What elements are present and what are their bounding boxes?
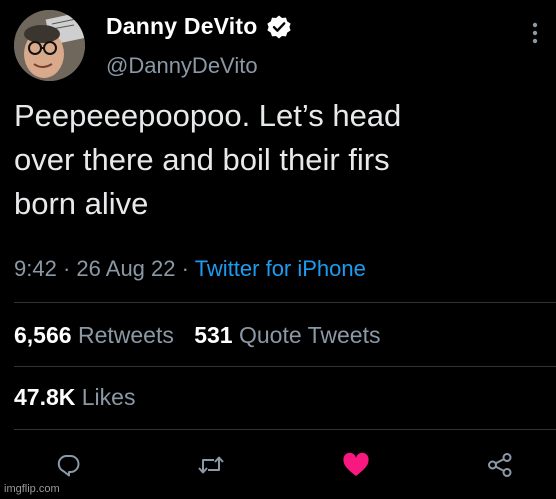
like-icon (343, 452, 369, 476)
tweet-time[interactable]: 9:42 (14, 256, 57, 281)
divider (14, 366, 556, 367)
divider (14, 429, 556, 430)
retweets-stat[interactable]: 6,566 Retweets (14, 322, 180, 348)
tweet-source-link[interactable]: Twitter for iPhone (195, 256, 366, 281)
reply-button[interactable] (53, 450, 83, 480)
quote-tweets-count: 531 (194, 322, 233, 348)
like-button[interactable] (341, 450, 371, 480)
likes-count: 47.8K (14, 384, 76, 410)
reply-icon (57, 455, 80, 477)
tweet-text-line: Peepeeepoopoo. Let’s head (14, 98, 402, 133)
share-icon (488, 453, 512, 477)
tweet-text-line: over there and boil their firs (14, 142, 390, 177)
engagement-stats: 6,566 Retweets 531 Quote Tweets (14, 322, 394, 349)
tweet-date[interactable]: 26 Aug 22 (76, 256, 175, 281)
author-display-name[interactable]: Danny DeVito (106, 13, 258, 40)
tweet-detail: Danny DeVito @DannyDeVito Peepeeepoopoo.… (0, 0, 556, 499)
retweets-count: 6,566 (14, 322, 72, 348)
action-bar (0, 450, 556, 480)
divider (14, 302, 556, 303)
retweet-icon (198, 456, 224, 474)
share-button[interactable] (485, 450, 515, 480)
retweets-label: Retweets (77, 322, 174, 348)
author-name-row: Danny DeVito (106, 13, 292, 40)
meta-separator: · (62, 256, 71, 281)
retweet-button[interactable] (196, 450, 226, 480)
meta-separator: · (181, 256, 189, 281)
tweet-text: Peepeeepoopoo. Let’s head over there and… (14, 94, 544, 226)
author-handle[interactable]: @DannyDeVito (106, 53, 258, 79)
avatar[interactable] (14, 10, 85, 81)
imgflip-watermark: imgflip.com (4, 483, 60, 495)
more-options-icon[interactable] (532, 22, 538, 44)
likes-stat[interactable]: 47.8K Likes (14, 384, 135, 411)
likes-label: Likes (81, 384, 136, 410)
verified-badge-icon (266, 14, 292, 40)
quote-tweets-label: Quote Tweets (238, 322, 381, 348)
quote-tweets-stat[interactable]: 531 Quote Tweets (194, 322, 380, 348)
tweet-meta: 9:42 · 26 Aug 22 · Twitter for iPhone (14, 256, 366, 282)
tweet-text-line: born alive (14, 186, 149, 221)
avatar-image (14, 10, 85, 81)
